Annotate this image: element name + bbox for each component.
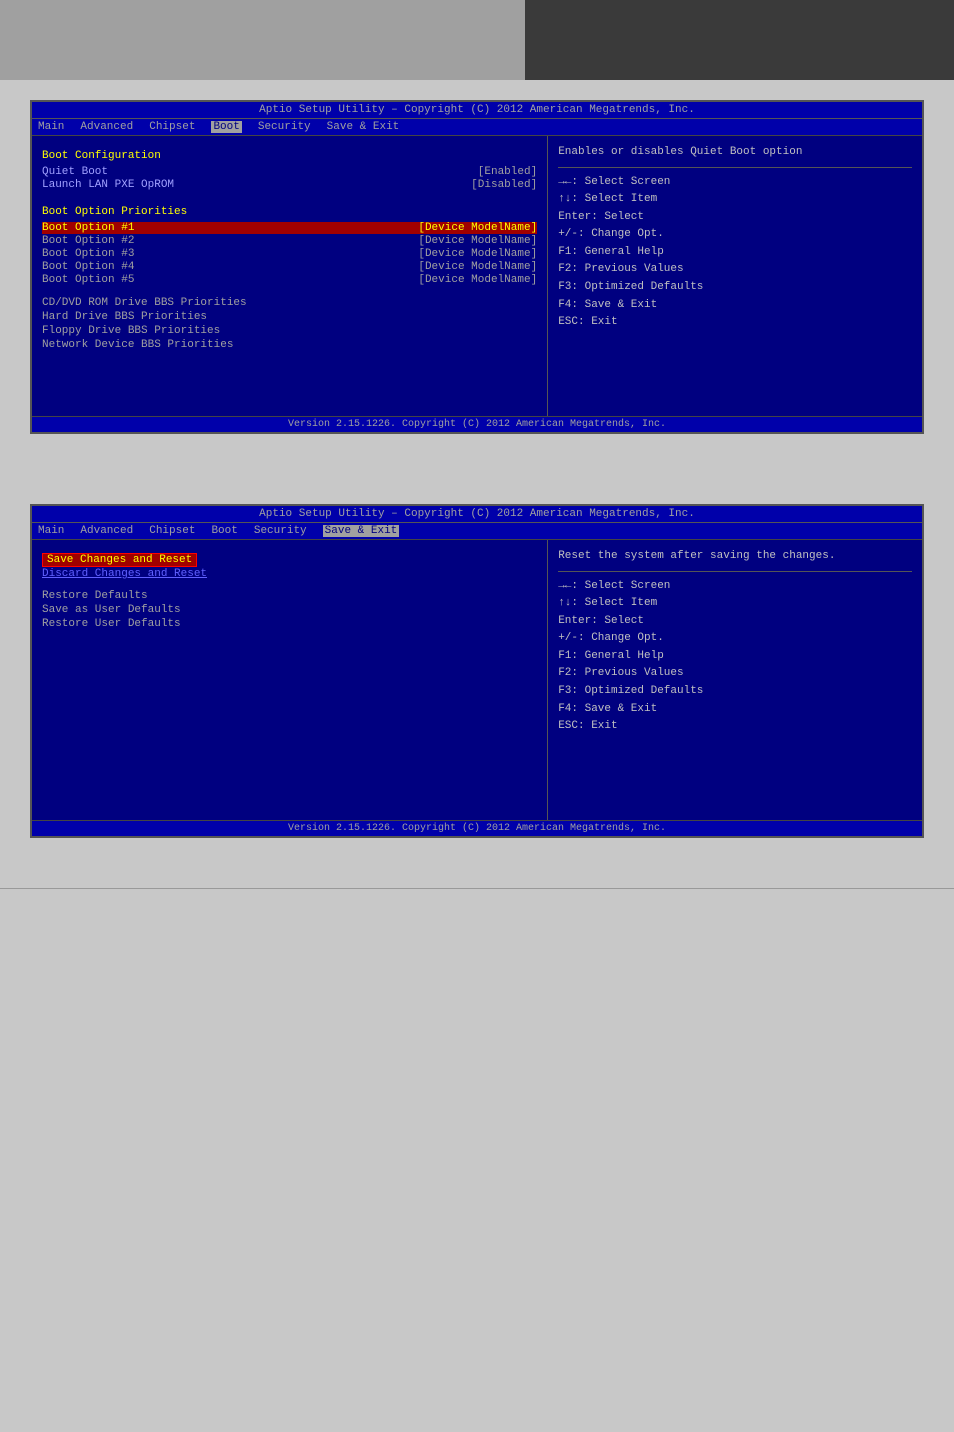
key-change-1: +/-: Change Opt. bbox=[558, 226, 912, 244]
key-select-item-1: ↑↓: Select Item bbox=[558, 191, 912, 209]
key-f3-1: F3: Optimized Defaults bbox=[558, 279, 912, 297]
bios-content-1: Boot Configuration Quiet Boot [Enabled] … bbox=[32, 136, 922, 416]
boot-opt1-value: [Device ModelName] bbox=[418, 222, 537, 234]
bios-footer-1: Version 2.15.1226. Copyright (C) 2012 Am… bbox=[32, 416, 922, 432]
quiet-boot-row[interactable]: Quiet Boot [Enabled] bbox=[42, 166, 537, 178]
restore-user-defaults-item[interactable]: Restore User Defaults bbox=[42, 618, 537, 630]
save-changes-reset-wrapper: Save Changes and Reset bbox=[42, 554, 537, 566]
lan-pxe-row[interactable]: Launch LAN PXE OpROM [Disabled] bbox=[42, 179, 537, 191]
boot-opt3-label: Boot Option #3 bbox=[42, 248, 134, 260]
save-user-defaults-item[interactable]: Save as User Defaults bbox=[42, 604, 537, 616]
key-enter-2: Enter: Select bbox=[558, 613, 912, 631]
bios-titlebar-2: Aptio Setup Utility – Copyright (C) 2012… bbox=[32, 506, 922, 523]
page-wrapper: Aptio Setup Utility – Copyright (C) 2012… bbox=[0, 0, 954, 1432]
section-save-exit: Aptio Setup Utility – Copyright (C) 2012… bbox=[0, 484, 954, 858]
bios-help-2: Reset the system after saving the change… bbox=[558, 548, 912, 565]
boot-opt1-label: Boot Option #1 bbox=[42, 222, 134, 234]
boot-opt3-value: [Device ModelName] bbox=[418, 248, 537, 260]
header-right bbox=[525, 0, 954, 80]
bios-footer-2: Version 2.15.1226. Copyright (C) 2012 Am… bbox=[32, 820, 922, 836]
menu-boot-1[interactable]: Boot bbox=[211, 121, 241, 133]
bios-right-2: Reset the system after saving the change… bbox=[548, 540, 922, 820]
key-esc-1: ESC: Exit bbox=[558, 314, 912, 332]
network-link[interactable]: Network Device BBS Priorities bbox=[42, 339, 537, 351]
boot-opt5-value: [Device ModelName] bbox=[418, 274, 537, 286]
key-f4-2: F4: Save & Exit bbox=[558, 701, 912, 719]
boot-opt4-label: Boot Option #4 bbox=[42, 261, 134, 273]
menu-chipset-1[interactable]: Chipset bbox=[149, 121, 195, 133]
key-select-screen-2: →←: Select Screen bbox=[558, 578, 912, 596]
key-f1-1: F1: General Help bbox=[558, 244, 912, 262]
bios-help-1: Enables or disables Quiet Boot option bbox=[558, 144, 912, 161]
bios-titlebar-1: Aptio Setup Utility – Copyright (C) 2012… bbox=[32, 102, 922, 119]
menu-main-2[interactable]: Main bbox=[38, 525, 64, 537]
lan-pxe-value: [Disabled] bbox=[471, 179, 537, 191]
key-f2-1: F2: Previous Values bbox=[558, 261, 912, 279]
menu-security-1[interactable]: Security bbox=[258, 121, 311, 133]
hdd-link[interactable]: Hard Drive BBS Priorities bbox=[42, 311, 537, 323]
boot-option-1[interactable]: Boot Option #1 [Device ModelName] bbox=[42, 222, 537, 234]
floppy-link[interactable]: Floppy Drive BBS Priorities bbox=[42, 325, 537, 337]
menu-chipset-2[interactable]: Chipset bbox=[149, 525, 195, 537]
boot-opt4-value: [Device ModelName] bbox=[418, 261, 537, 273]
key-select-screen-1: →←: Select Screen bbox=[558, 174, 912, 192]
menu-boot-2[interactable]: Boot bbox=[211, 525, 237, 537]
key-enter-1: Enter: Select bbox=[558, 209, 912, 227]
key-select-item-2: ↑↓: Select Item bbox=[558, 595, 912, 613]
section-boot: Aptio Setup Utility – Copyright (C) 2012… bbox=[0, 80, 954, 454]
bios-right-1: Enables or disables Quiet Boot option →←… bbox=[548, 136, 922, 416]
bios-screen-1: Aptio Setup Utility – Copyright (C) 2012… bbox=[30, 100, 924, 434]
screen-gap bbox=[0, 454, 954, 484]
quiet-boot-label: Quiet Boot bbox=[42, 166, 108, 178]
bios-keys-1: →←: Select Screen ↑↓: Select Item Enter:… bbox=[558, 174, 912, 332]
bios-menubar-2: Main Advanced Chipset Boot Security Save… bbox=[32, 523, 922, 540]
bottom-divider bbox=[0, 888, 954, 889]
bios-menubar-1: Main Advanced Chipset Boot Security Save… bbox=[32, 119, 922, 136]
key-f3-2: F3: Optimized Defaults bbox=[558, 683, 912, 701]
boot-option-2[interactable]: Boot Option #2 [Device ModelName] bbox=[42, 235, 537, 247]
restore-defaults-item[interactable]: Restore Defaults bbox=[42, 590, 537, 602]
boot-opt2-label: Boot Option #2 bbox=[42, 235, 134, 247]
discard-changes-reset-item[interactable]: Discard Changes and Reset bbox=[42, 568, 537, 580]
header-banner bbox=[0, 0, 954, 80]
bios-divider-1 bbox=[558, 167, 912, 168]
boot-option-4[interactable]: Boot Option #4 [Device ModelName] bbox=[42, 261, 537, 273]
boot-option-5[interactable]: Boot Option #5 [Device ModelName] bbox=[42, 274, 537, 286]
bios-divider-2 bbox=[558, 571, 912, 572]
key-f4-1: F4: Save & Exit bbox=[558, 297, 912, 315]
cdvd-link[interactable]: CD/DVD ROM Drive BBS Priorities bbox=[42, 297, 537, 309]
boot-opt2-value: [Device ModelName] bbox=[418, 235, 537, 247]
bios-screen-2: Aptio Setup Utility – Copyright (C) 2012… bbox=[30, 504, 924, 838]
quiet-boot-value: [Enabled] bbox=[478, 166, 537, 178]
save-changes-reset-item[interactable]: Save Changes and Reset bbox=[42, 553, 197, 567]
key-esc-2: ESC: Exit bbox=[558, 718, 912, 736]
lan-pxe-label: Launch LAN PXE OpROM bbox=[42, 179, 174, 191]
boot-priority-title: Boot Option Priorities bbox=[42, 206, 537, 218]
bios-left-1: Boot Configuration Quiet Boot [Enabled] … bbox=[32, 136, 548, 416]
menu-advanced-1[interactable]: Advanced bbox=[80, 121, 133, 133]
key-f1-2: F1: General Help bbox=[558, 648, 912, 666]
menu-save-exit-2[interactable]: Save & Exit bbox=[323, 525, 400, 537]
menu-main-1[interactable]: Main bbox=[38, 121, 64, 133]
key-f2-2: F2: Previous Values bbox=[558, 665, 912, 683]
bios-left-2: Save Changes and Reset Discard Changes a… bbox=[32, 540, 548, 820]
menu-security-2[interactable]: Security bbox=[254, 525, 307, 537]
key-change-2: +/-: Change Opt. bbox=[558, 630, 912, 648]
menu-advanced-2[interactable]: Advanced bbox=[80, 525, 133, 537]
menu-save-1[interactable]: Save & Exit bbox=[327, 121, 400, 133]
bios-content-2: Save Changes and Reset Discard Changes a… bbox=[32, 540, 922, 820]
header-left bbox=[0, 0, 525, 80]
boot-option-3[interactable]: Boot Option #3 [Device ModelName] bbox=[42, 248, 537, 260]
boot-opt5-label: Boot Option #5 bbox=[42, 274, 134, 286]
bios-keys-2: →←: Select Screen ↑↓: Select Item Enter:… bbox=[558, 578, 912, 736]
boot-config-title: Boot Configuration bbox=[42, 150, 537, 162]
